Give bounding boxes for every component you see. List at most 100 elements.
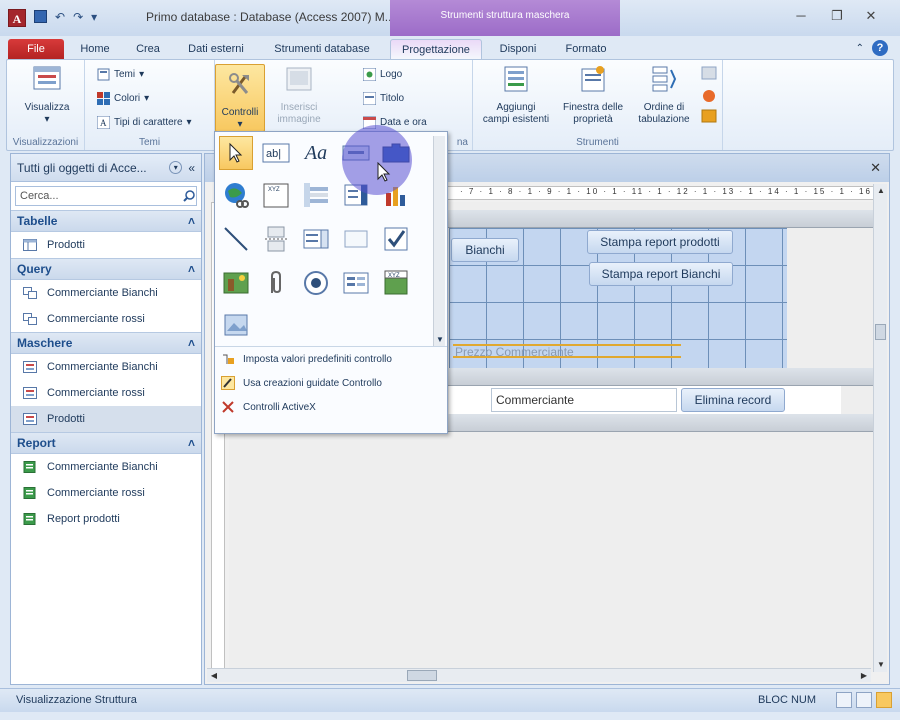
design-view-icon[interactable] bbox=[876, 692, 892, 708]
title-icon bbox=[363, 92, 376, 105]
save-icon[interactable] bbox=[34, 10, 47, 23]
help-icon[interactable]: ? bbox=[872, 40, 888, 56]
bound-object-frame-icon[interactable]: XYZ bbox=[379, 266, 413, 300]
usa-creazioni-guidate-item[interactable]: Usa creazioni guidate Controllo bbox=[215, 371, 447, 395]
nav-item-query-bianchi[interactable]: Commerciante Bianchi bbox=[11, 280, 201, 306]
selected-label-control[interactable]: Prezzo Commerciante bbox=[453, 344, 681, 358]
gallery-scrollbar[interactable]: ▼ bbox=[433, 136, 445, 346]
nav-group-report[interactable]: Report ˄ bbox=[11, 432, 201, 454]
rectangle-control-icon[interactable] bbox=[339, 222, 373, 256]
collapse-group-icon[interactable]: ˄ bbox=[188, 262, 195, 276]
textbox-control-icon[interactable]: ab| bbox=[259, 136, 293, 170]
inserisci-immagine-button[interactable]: Inserisci immagine bbox=[271, 64, 327, 126]
nav-item-report-bianchi[interactable]: Commerciante Bianchi bbox=[11, 454, 201, 480]
customize-qat-icon[interactable]: ▾ bbox=[91, 10, 97, 24]
tab-disponi[interactable]: Disponi bbox=[488, 39, 548, 60]
undo-icon[interactable]: ↶ bbox=[55, 10, 65, 24]
restore-button[interactable]: ❐ bbox=[826, 8, 848, 24]
titolo-button[interactable]: Titolo bbox=[363, 92, 404, 105]
visualizza-button[interactable]: Visualizza ▾ bbox=[17, 64, 77, 126]
page-break-icon[interactable] bbox=[259, 222, 293, 256]
stampa-report-prodotti-button[interactable]: Stampa report prodotti bbox=[587, 230, 733, 254]
select-pointer-icon[interactable] bbox=[219, 136, 253, 170]
finestra-proprieta-button[interactable]: Finestra delle proprietà bbox=[557, 64, 629, 126]
combo-box-icon[interactable] bbox=[299, 222, 333, 256]
option-button-icon[interactable] bbox=[299, 266, 333, 300]
tab-strumenti-database[interactable]: Strumenti database bbox=[264, 39, 380, 60]
ordine-tabulazione-button[interactable]: Ordine di tabulazione bbox=[629, 64, 699, 126]
aggiungi-campi-button[interactable]: Aggiungi campi esistenti bbox=[477, 64, 555, 126]
imposta-valori-predefiniti-item[interactable]: Imposta valori predefiniti controllo bbox=[215, 347, 447, 371]
extra-tools-icons[interactable] bbox=[701, 66, 717, 126]
scroll-left-icon[interactable]: ◀ bbox=[207, 669, 221, 683]
collapse-pane-icon[interactable]: « bbox=[188, 161, 195, 175]
hyperlink-control-icon[interactable] bbox=[219, 178, 253, 212]
subform-control-icon[interactable] bbox=[339, 266, 373, 300]
scroll-down-icon[interactable]: ▼ bbox=[874, 658, 888, 672]
nav-item-form-bianchi[interactable]: Commerciante Bianchi bbox=[11, 354, 201, 380]
colori-button[interactable]: Colori ▾ bbox=[97, 92, 149, 105]
temi-dropdown-icon: ▾ bbox=[139, 69, 145, 80]
tipi-carattere-button[interactable]: A Tipi di carattere ▾ bbox=[97, 116, 192, 129]
logo-button[interactable]: Logo bbox=[363, 68, 402, 81]
navigation-control-icon[interactable] bbox=[299, 178, 333, 212]
search-input[interactable]: Cerca... bbox=[16, 190, 182, 202]
line-control-icon[interactable] bbox=[219, 222, 253, 256]
nav-item-label: Prodotti bbox=[47, 413, 85, 425]
nav-search-box[interactable]: Cerca... bbox=[15, 186, 197, 206]
vertical-scroll-thumb[interactable] bbox=[875, 324, 886, 340]
nav-item-label: Commerciante rossi bbox=[47, 487, 145, 499]
tab-file[interactable]: File bbox=[8, 39, 64, 60]
close-window-button[interactable]: ✕ bbox=[860, 8, 882, 24]
collapse-group-icon[interactable]: ˄ bbox=[188, 336, 195, 350]
nav-item-table-prodotti[interactable]: Prodotti bbox=[11, 232, 201, 258]
commerciante-field[interactable]: Commerciante bbox=[491, 388, 677, 412]
nav-item-report-prodotti[interactable]: Report prodotti bbox=[11, 506, 201, 532]
label-control-icon[interactable]: Aa bbox=[299, 136, 333, 170]
close-document-icon[interactable]: ✕ bbox=[870, 160, 881, 176]
nav-group-tabelle[interactable]: Tabelle ˄ bbox=[11, 210, 201, 232]
tab-formato[interactable]: Formato bbox=[556, 39, 616, 60]
nav-pane-header[interactable]: Tutti gli oggetti di Acce... ▾ « bbox=[11, 154, 201, 182]
access-app-icon[interactable]: A bbox=[8, 9, 26, 27]
collapse-group-icon[interactable]: ˄ bbox=[188, 214, 195, 228]
redo-icon[interactable]: ↷ bbox=[73, 10, 83, 24]
controlli-button[interactable]: Controlli ▾ bbox=[215, 64, 265, 132]
minimize-ribbon-icon[interactable]: ⌃ bbox=[856, 43, 864, 54]
nav-item-form-prodotti[interactable]: Prodotti bbox=[11, 406, 201, 432]
collapse-group-icon[interactable]: ˄ bbox=[188, 436, 195, 450]
scroll-right-icon[interactable]: ▶ bbox=[857, 669, 871, 683]
layout-view-icon[interactable] bbox=[856, 692, 872, 708]
tab-home[interactable]: Home bbox=[72, 39, 118, 60]
nav-dropdown-icon[interactable]: ▾ bbox=[169, 161, 183, 174]
image-control-icon[interactable] bbox=[219, 266, 253, 300]
unbound-object-frame-icon[interactable] bbox=[219, 308, 253, 342]
tab-dati-esterni[interactable]: Dati esterni bbox=[178, 39, 254, 60]
form-view-icon[interactable] bbox=[836, 692, 852, 708]
horizontal-scrollbar[interactable]: ◀ ▶ bbox=[207, 668, 871, 682]
minimize-button[interactable]: ─ bbox=[790, 8, 812, 23]
nav-group-query[interactable]: Query ˄ bbox=[11, 258, 201, 280]
scroll-up-icon[interactable]: ▲ bbox=[874, 184, 888, 198]
elimina-record-button[interactable]: Elimina record bbox=[681, 388, 785, 412]
tab-order-icon bbox=[652, 66, 677, 92]
nav-item-form-rossi[interactable]: Commerciante rossi bbox=[11, 380, 201, 406]
checkbox-control-icon[interactable] bbox=[379, 222, 413, 256]
tab-progettazione[interactable]: Progettazione bbox=[390, 39, 482, 60]
tab-crea[interactable]: Crea bbox=[128, 39, 168, 60]
temi-button[interactable]: Temi ▾ bbox=[97, 68, 144, 81]
search-icon[interactable] bbox=[182, 189, 196, 203]
controlli-activex-item[interactable]: Controlli ActiveX bbox=[215, 395, 447, 419]
vertical-scrollbar[interactable]: ▲ ▼ bbox=[873, 184, 887, 672]
nav-item-query-rossi[interactable]: Commerciante rossi bbox=[11, 306, 201, 332]
stampa-report-bianchi-button[interactable]: Stampa report Bianchi bbox=[589, 262, 733, 286]
web-browser-control-icon[interactable]: XYZ bbox=[259, 178, 293, 212]
nav-item-report-rossi[interactable]: Commerciante rossi bbox=[11, 480, 201, 506]
bianchi-button[interactable]: Bianchi bbox=[451, 238, 519, 262]
gallery-more-icon[interactable]: ▼ bbox=[434, 335, 446, 344]
nav-group-maschere[interactable]: Maschere ˄ bbox=[11, 332, 201, 354]
attachment-control-icon[interactable] bbox=[259, 266, 293, 300]
inserisci-label-2: immagine bbox=[277, 114, 321, 125]
default-values-icon bbox=[223, 354, 234, 364]
horizontal-scroll-thumb[interactable] bbox=[407, 670, 437, 681]
